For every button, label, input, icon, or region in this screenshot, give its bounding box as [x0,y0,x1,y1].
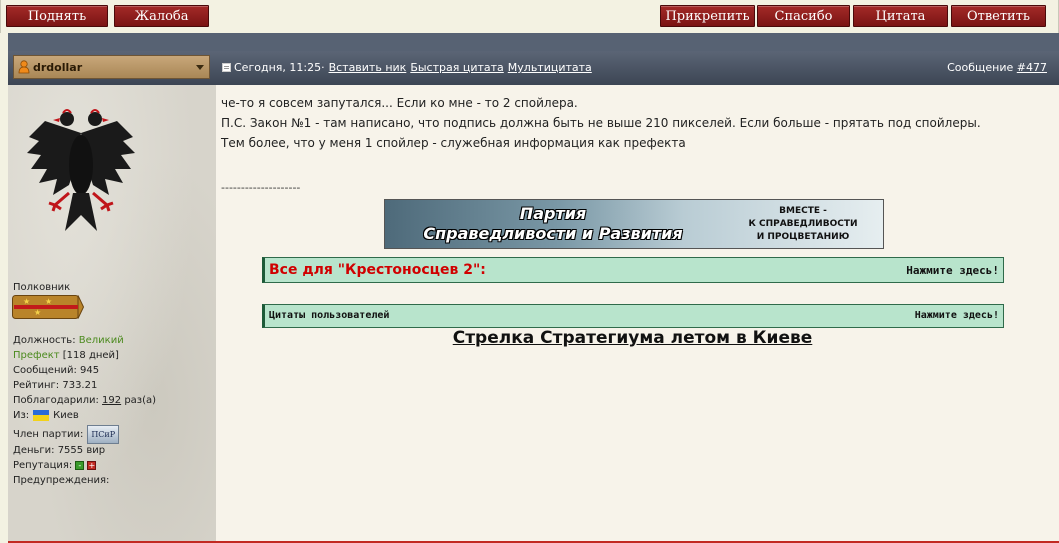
chevron-down-icon [196,65,204,70]
spoiler-title: Все для "Крестоносцев 2": [269,262,486,278]
post-icon [222,63,231,72]
warnings-label: Предупреждения: [13,475,110,486]
position-value: Великий [78,335,124,346]
svg-text:★: ★ [34,308,41,317]
money: Деньги: 7555 вир [13,445,106,456]
position-label: Должность: [13,335,76,346]
spoiler-quotes[interactable]: Цитаты пользователей Нажмите здесь! [262,304,1004,328]
reputation-row: Репутация: - + [13,458,97,473]
thanked-label: Поблагодарили: [13,395,99,406]
thanked-count-link[interactable]: 192 [102,395,121,406]
insert-nick-link[interactable]: Вставить ник [329,61,407,74]
double-eagle-avatar [27,109,135,231]
position-row: Должность: Великий Префект [118 дней] [13,333,124,363]
messages-count: Сообщений: 945 [13,365,100,376]
spoiler-title: Цитаты пользователей [269,310,390,321]
post-date: Сегодня, 11:25· [234,61,325,74]
reply-button[interactable]: Ответить [951,5,1046,27]
party-row: Член партии: ПСиР [13,425,120,444]
svg-text:★: ★ [45,297,52,306]
user-menu-dropdown[interactable]: drdollar [13,55,210,79]
thanks-button[interactable]: Спасибо [757,5,850,27]
ukraine-flag-icon [33,410,50,421]
signature-separator: -------------------- [221,181,301,194]
message-number-link[interactable]: #477 [1017,61,1047,74]
from-city: Киев [53,410,79,421]
post-content: че-то я совсем запутался... Если ко мне … [216,85,1059,543]
message-line: че-то я совсем запутался... Если ко мне … [221,96,578,110]
banner-slogan-1: ВМЕСТЕ - [779,206,827,216]
message-label: Сообщение [947,61,1014,74]
svg-text:★: ★ [23,297,30,306]
user-profile-sidebar: Полковник ★ ★ ★ Должность: Великий Префе… [8,85,216,543]
quick-quote-link[interactable]: Быстрая цитата [410,61,503,74]
spoiler-expand-link[interactable]: Нажмите здесь! [906,264,999,277]
multiquote-link[interactable]: Мультицитата [508,61,592,74]
reputation-plus-icon[interactable]: + [87,461,97,470]
reputation-minus-icon[interactable]: - [75,461,85,470]
from-row: Из: Киев [13,408,79,423]
banner-party-title: Партия [519,204,587,223]
banner-slogan-2: К СПРАВЕДЛИВОСТИ [748,219,858,229]
spoiler-expand-link[interactable]: Нажмите здесь! [915,310,999,321]
message-line: Тем более, что у меня 1 спойлер - служеб… [221,136,686,150]
thanked-row: Поблагодарили: 192 раз(а) [13,393,156,408]
meetup-link[interactable]: Стрелка Стратегиума летом в Киеве [216,328,1049,348]
from-label: Из: [13,410,30,421]
quote-button[interactable]: Цитата [853,5,948,27]
thanked-suffix: раз(а) [124,395,157,406]
user-icon [18,60,30,74]
rank-label: Полковник [13,282,71,293]
pin-button[interactable]: Прикрепить [660,5,755,27]
party-badge[interactable]: ПСиР [87,425,120,444]
spoiler-crusaders[interactable]: Все для "Крестоносцев 2": Нажмите здесь! [262,257,1004,283]
post-toolbar: Поднять Жалоба Прикрепить Спасибо Цитата… [0,0,1059,33]
post-meta: Сегодня, 11:25· Вставить ник Быстрая цит… [222,61,592,74]
raise-button[interactable]: Поднять [6,5,108,27]
message-line: П.С. Закон №1 - там написано, что подпис… [221,116,981,130]
username: drdollar [33,60,83,74]
party-banner[interactable]: Партия Справедливости и Развития ВМЕСТЕ … [384,199,884,249]
banner-party-subtitle: Справедливости и Развития [423,224,683,243]
post-header: drdollar Сегодня, 11:25· Вставить ник Бы… [8,51,1059,85]
divider-bar [8,33,1059,51]
banner-slogan-3: И ПРОЦВЕТАНИЮ [756,232,850,242]
message-body: че-то я совсем запутался... Если ко мне … [221,93,981,153]
party-label: Член партии: [13,429,84,440]
reputation-label: Репутация: [13,460,73,471]
rating: Рейтинг: 733.21 [13,380,98,391]
position-days: [118 дней] [62,350,119,361]
post-number: Сообщение #477 [947,61,1047,74]
complain-button[interactable]: Жалоба [114,5,209,27]
position-value-2: Префект [13,350,60,361]
rank-insignia-icon: ★ ★ ★ [12,295,84,319]
